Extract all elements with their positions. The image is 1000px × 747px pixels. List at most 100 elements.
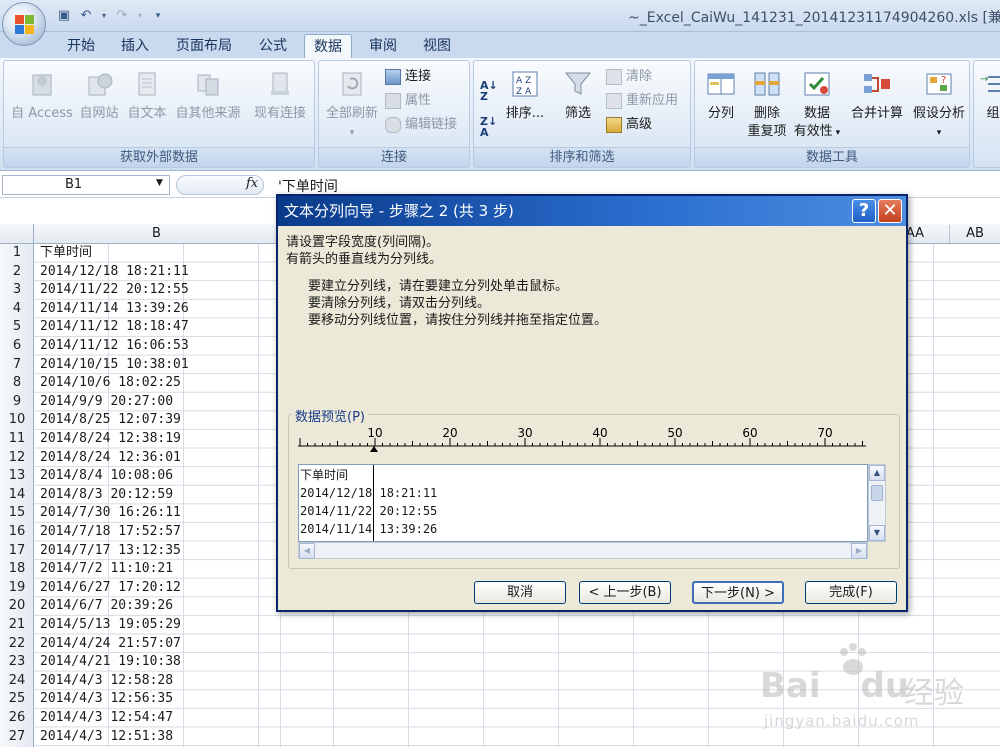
next-button[interactable]: 下一步(N) > <box>692 581 784 604</box>
data-preview-box[interactable]: 下单时间 2014/12/18 18:21:11 2014/11/22 20:1… <box>298 464 868 542</box>
sort-button[interactable]: A ZZ A 排序... <box>502 69 548 123</box>
back-button[interactable]: < 上一步(B) <box>579 581 671 604</box>
insert-function-icon[interactable]: fx <box>246 176 258 191</box>
cell-b[interactable]: 2014/12/18 18:21:11 <box>40 263 189 282</box>
customize-icon[interactable]: ▾ <box>150 8 166 24</box>
from-other-sources-button[interactable]: 自其他来源 <box>172 69 244 123</box>
row-header[interactable]: 10 <box>0 411 34 430</box>
cell-b[interactable]: 2014/7/17 13:12:35 <box>40 542 181 561</box>
row-header[interactable]: 2 <box>0 263 34 282</box>
finish-button[interactable]: 完成(F) <box>805 581 897 604</box>
cell-b[interactable]: 2014/11/12 16:06:53 <box>40 337 189 356</box>
from-web-button[interactable]: 自网站 <box>76 69 122 123</box>
row-header[interactable]: 20 <box>0 597 34 616</box>
vertical-scrollbar[interactable]: ▲ ▼ <box>868 464 886 542</box>
dialog-title[interactable]: 文本分列向导 - 步骤之 2 (共 3 步) <box>278 196 906 226</box>
tab-insert[interactable]: 插入 <box>112 34 158 58</box>
break-arrow-icon[interactable] <box>370 446 378 452</box>
filter-button[interactable]: 筛选 <box>556 69 600 123</box>
row-header[interactable]: 8 <box>0 374 34 393</box>
row-header[interactable]: 1 <box>0 244 34 263</box>
tab-view[interactable]: 视图 <box>414 34 460 58</box>
cell-b[interactable]: 下单时间 <box>40 244 92 263</box>
cell-b[interactable]: 2014/8/25 12:07:39 <box>40 411 181 430</box>
row-header[interactable]: 4 <box>0 300 34 319</box>
existing-connections-button[interactable]: 现有连接 <box>250 69 310 123</box>
cell-b[interactable]: 2014/7/2 11:10:21 <box>40 560 173 579</box>
data-validation-button[interactable]: 数据 有效性 ▾ <box>791 69 843 142</box>
edit-links-button[interactable]: 编辑链接 <box>385 115 457 135</box>
row-header[interactable]: 21 <box>0 616 34 635</box>
office-button[interactable] <box>2 2 46 46</box>
cell-b[interactable]: 2014/11/12 18:18:47 <box>40 318 189 337</box>
row-header[interactable]: 3 <box>0 281 34 300</box>
redo-icon[interactable]: ↷ <box>114 8 130 24</box>
cell-b[interactable]: 2014/11/22 20:12:55 <box>40 281 189 300</box>
row-header[interactable]: 6 <box>0 337 34 356</box>
cell-b[interactable]: 2014/8/3 20:12:59 <box>40 486 173 505</box>
chevron-down-icon[interactable]: ▼ <box>156 178 163 188</box>
dropdown-icon[interactable]: ▾ <box>100 8 108 24</box>
name-box[interactable]: B1 <box>2 175 170 195</box>
save-icon[interactable]: ▣ <box>56 8 72 24</box>
row-header[interactable]: 15 <box>0 504 34 523</box>
tab-review[interactable]: 审阅 <box>360 34 406 58</box>
column-header-ab[interactable]: AB <box>950 225 1000 243</box>
select-all-corner[interactable] <box>0 224 34 244</box>
cancel-button[interactable]: 取消 <box>474 581 566 604</box>
close-button[interactable]: ✕ <box>878 199 902 223</box>
row-header[interactable]: 24 <box>0 672 34 691</box>
row-header[interactable]: 25 <box>0 690 34 709</box>
row-header[interactable]: 27 <box>0 728 34 747</box>
row-header[interactable]: 14 <box>0 486 34 505</box>
tab-data[interactable]: 数据 <box>304 34 352 58</box>
row-header[interactable]: 23 <box>0 653 34 672</box>
column-header-b[interactable]: B <box>34 225 280 243</box>
horizontal-scrollbar[interactable]: ◀ ▶ <box>298 542 868 559</box>
row-header[interactable]: 26 <box>0 709 34 728</box>
cell-b[interactable]: 2014/7/30 16:26:11 <box>40 504 181 523</box>
scroll-left-icon[interactable]: ◀ <box>299 543 315 559</box>
row-header[interactable]: 12 <box>0 449 34 468</box>
cell-b[interactable]: 2014/6/7 20:39:26 <box>40 597 173 616</box>
sort-asc-button[interactable]: A↓ Z <box>480 80 498 102</box>
tab-page-layout[interactable]: 页面布局 <box>166 34 242 58</box>
tab-home[interactable]: 开始 <box>58 34 104 58</box>
clear-filter-button[interactable]: 清除 <box>606 67 652 87</box>
dropdown-icon[interactable]: ▾ <box>136 8 144 24</box>
row-header[interactable]: 18 <box>0 560 34 579</box>
row-header[interactable]: 22 <box>0 635 34 654</box>
cell-b[interactable]: 2014/10/15 10:38:01 <box>40 356 189 375</box>
refresh-all-button[interactable]: 全部刷新 ▾ <box>321 69 383 142</box>
tab-formulas[interactable]: 公式 <box>250 34 296 58</box>
cell-b[interactable]: 2014/9/9 20:27:00 <box>40 393 173 412</box>
cell-b[interactable]: 2014/5/13 19:05:29 <box>40 616 181 635</box>
row-header[interactable]: 5 <box>0 318 34 337</box>
remove-duplicates-button[interactable]: 删除 重复项 <box>743 69 791 141</box>
what-if-button[interactable]: ? 假设分析 ▾ <box>909 69 969 142</box>
cell-b[interactable]: 2014/7/18 17:52:57 <box>40 523 181 542</box>
row-header[interactable]: 17 <box>0 542 34 561</box>
cell-b[interactable]: 2014/4/3 12:56:35 <box>40 690 173 709</box>
cell-b[interactable]: 2014/4/3 12:54:47 <box>40 709 173 728</box>
scroll-down-icon[interactable]: ▼ <box>869 525 885 541</box>
cell-b[interactable]: 2014/8/4 10:08:06 <box>40 467 173 486</box>
row-header[interactable]: 13 <box>0 467 34 486</box>
reapply-button[interactable]: 重新应用 <box>606 91 678 111</box>
cell-b[interactable]: 2014/4/21 19:10:38 <box>40 653 181 672</box>
connections-button[interactable]: 连接 <box>385 67 431 87</box>
row-header[interactable]: 11 <box>0 430 34 449</box>
scroll-up-icon[interactable]: ▲ <box>869 465 885 481</box>
text-to-columns-button[interactable]: 分列 <box>699 69 743 123</box>
consolidate-button[interactable]: 合并计算 <box>845 69 909 123</box>
cell-b[interactable]: 2014/6/27 17:20:12 <box>40 579 181 598</box>
from-text-button[interactable]: 自文本 <box>124 69 170 123</box>
group-button[interactable]: → 组 <box>978 69 1000 123</box>
column-ruler[interactable]: 10 20 30 40 50 60 70 <box>298 428 866 452</box>
advanced-filter-button[interactable]: 高级 <box>606 115 652 135</box>
undo-icon[interactable]: ↶ <box>78 8 94 24</box>
cell-b[interactable]: 2014/4/3 12:58:28 <box>40 672 173 691</box>
formula-input[interactable]: '下单时间 <box>278 176 338 196</box>
properties-button[interactable]: 属性 <box>385 91 431 111</box>
row-header[interactable]: 9 <box>0 393 34 412</box>
